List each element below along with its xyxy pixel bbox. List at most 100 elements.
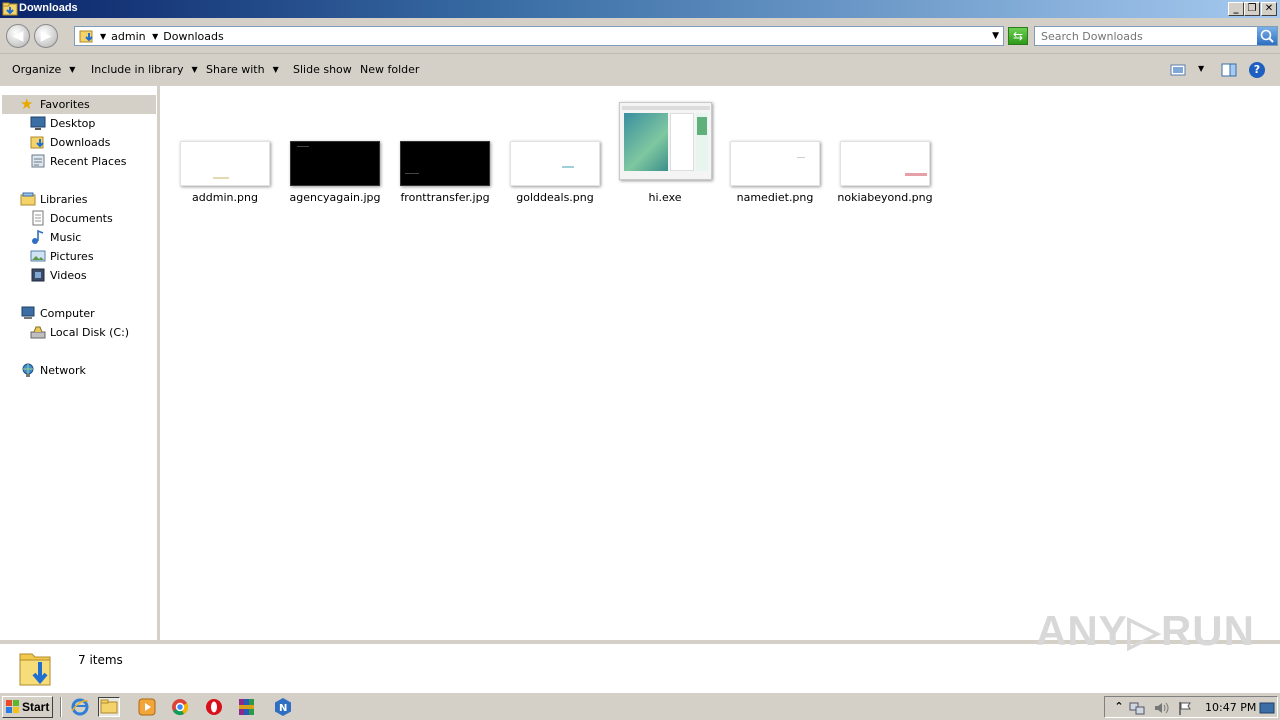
taskbar-media-player[interactable] — [136, 697, 158, 717]
refresh-button[interactable]: ⇆ — [1008, 27, 1028, 45]
file-item[interactable]: namediet.png — [720, 86, 830, 216]
image-thumbnail — [180, 141, 270, 186]
change-view-icon[interactable] — [1170, 62, 1186, 78]
command-bar: Organize ▼ Include in library ▼ Share with… — [0, 54, 1280, 86]
image-thumbnail — [840, 141, 930, 186]
restore-button[interactable]: ❐ — [1244, 2, 1260, 16]
clock[interactable]: 10:47 PM — [1205, 701, 1256, 714]
nav-favorites[interactable]: ★ Favorites — [2, 95, 156, 114]
share-with-label: Share with — [206, 63, 265, 76]
recent-places-icon — [31, 154, 45, 168]
nav-desktop-label: Desktop — [50, 117, 96, 130]
file-item[interactable]: golddeals.png — [500, 86, 610, 216]
file-item[interactable]: fronttransfer.jpg — [390, 86, 500, 216]
file-name: hi.exe — [648, 191, 682, 204]
chevron-down-icon: ▼ — [191, 65, 198, 74]
watermark-logo: ANY▷RUN — [1036, 607, 1255, 654]
downloads-folder-icon — [19, 653, 51, 686]
winrar-icon — [239, 699, 254, 715]
forward-button[interactable]: ▶ — [34, 24, 58, 48]
slide-show-button[interactable]: Slide show — [293, 63, 352, 76]
videos-icon — [31, 268, 45, 282]
organize-button[interactable]: Organize ▼ — [12, 63, 75, 76]
image-thumbnail — [730, 141, 820, 186]
volume-icon[interactable] — [1153, 700, 1169, 716]
back-button[interactable]: ◀ — [6, 24, 30, 48]
folder-icon — [2, 2, 18, 16]
network-icon — [22, 363, 34, 377]
title-bar[interactable]: Downloads _ ❐ ✕ — [0, 0, 1280, 18]
nav-recent-places-label: Recent Places — [50, 155, 127, 168]
libraries-icon — [20, 192, 36, 206]
star-icon: ★ — [20, 95, 34, 113]
nav-downloads-label: Downloads — [50, 136, 111, 149]
chevron-down-icon[interactable]: ▼ — [152, 32, 158, 41]
start-label: Start — [22, 700, 50, 714]
taskbar-chrome[interactable] — [169, 697, 191, 717]
file-name: fronttransfer.jpg — [400, 191, 490, 204]
organize-label: Organize — [12, 63, 62, 76]
taskbar-explorer[interactable] — [98, 697, 120, 717]
view-options-dropdown-icon[interactable]: ▼ — [1198, 64, 1204, 73]
search-box[interactable] — [1034, 26, 1278, 46]
downloads-folder-icon — [30, 136, 44, 149]
file-list-view[interactable]: addmin.png agencyagain.jpg fronttransfer… — [160, 86, 1280, 640]
app-n-icon: N — [275, 698, 291, 716]
show-hidden-icons-icon[interactable]: ⌃ — [1111, 700, 1127, 716]
chevron-down-icon[interactable]: ▼ — [100, 32, 106, 41]
desktop-icon — [30, 116, 46, 130]
address-row: ◀ ▶ ▼ admin ▼ Downloads ▼ ⇆ — [0, 18, 1280, 54]
arrow-right-icon: ▶ — [40, 28, 52, 44]
share-with-button[interactable]: Share with ▼ — [206, 63, 279, 76]
action-center-flag-icon[interactable] — [1177, 700, 1193, 716]
image-thumbnail — [510, 141, 600, 186]
new-folder-button[interactable]: New folder — [360, 63, 419, 76]
search-input[interactable] — [1041, 29, 1251, 43]
downloads-folder-icon — [79, 30, 93, 43]
navigation-pane: ★ Favorites Desktop Downloads Recent Pla… — [0, 86, 160, 640]
file-item[interactable]: addmin.png — [170, 86, 280, 216]
include-in-library-button[interactable]: Include in library ▼ — [91, 63, 198, 76]
address-bar[interactable]: ▼ admin ▼ Downloads ▼ — [74, 26, 1004, 46]
chevron-down-icon: ▼ — [272, 65, 279, 74]
nav-pictures-label: Pictures — [50, 250, 94, 263]
minimize-button[interactable]: _ — [1228, 2, 1244, 16]
start-button[interactable]: Start — [2, 696, 53, 718]
taskbar-internet-explorer[interactable] — [69, 697, 91, 717]
nav-videos-label: Videos — [50, 269, 87, 282]
file-item[interactable]: agencyagain.jpg — [280, 86, 390, 216]
internet-explorer-icon — [71, 698, 89, 716]
network-status-icon[interactable] — [1129, 700, 1145, 716]
image-thumbnail — [290, 141, 380, 186]
nav-local-disk-label: Local Disk (C:) — [50, 326, 130, 339]
address-history-dropdown-icon[interactable]: ▼ — [992, 31, 999, 41]
taskbar: Start N ⌃ 10:47 PM — [0, 692, 1280, 720]
svg-text:N: N — [279, 703, 287, 714]
file-name: agencyagain.jpg — [289, 191, 381, 204]
breadcrumb-downloads[interactable]: Downloads — [163, 30, 223, 43]
chrome-icon — [172, 699, 189, 716]
computer-icon — [21, 306, 35, 319]
documents-icon — [32, 210, 44, 226]
explorer-window: Downloads _ ❐ ✕ ◀ ▶ ▼ admin ▼ Downloads ▼ … — [0, 0, 1280, 692]
help-button[interactable]: ? — [1249, 62, 1265, 78]
close-button[interactable]: ✕ — [1261, 2, 1277, 16]
nav-network-label: Network — [40, 364, 86, 377]
local-disk-icon — [30, 326, 46, 339]
file-name: golddeals.png — [516, 191, 594, 204]
breadcrumb-admin[interactable]: admin — [111, 30, 145, 43]
nav-music-label: Music — [50, 231, 82, 244]
show-desktop-icon[interactable] — [1259, 700, 1275, 716]
taskbar-separator — [60, 697, 62, 717]
taskbar-app[interactable]: N — [272, 697, 294, 717]
file-item[interactable]: nokiabeyond.png — [830, 86, 940, 216]
opera-icon — [206, 699, 222, 715]
application-thumbnail — [619, 102, 712, 180]
preview-pane-icon[interactable] — [1221, 62, 1237, 78]
music-icon — [32, 229, 44, 244]
taskbar-winrar[interactable] — [236, 697, 258, 717]
search-icon[interactable] — [1257, 27, 1277, 45]
breadcrumb: ▼ admin ▼ Downloads — [97, 30, 224, 43]
file-item[interactable]: hi.exe — [610, 86, 720, 216]
taskbar-opera[interactable] — [203, 697, 225, 717]
